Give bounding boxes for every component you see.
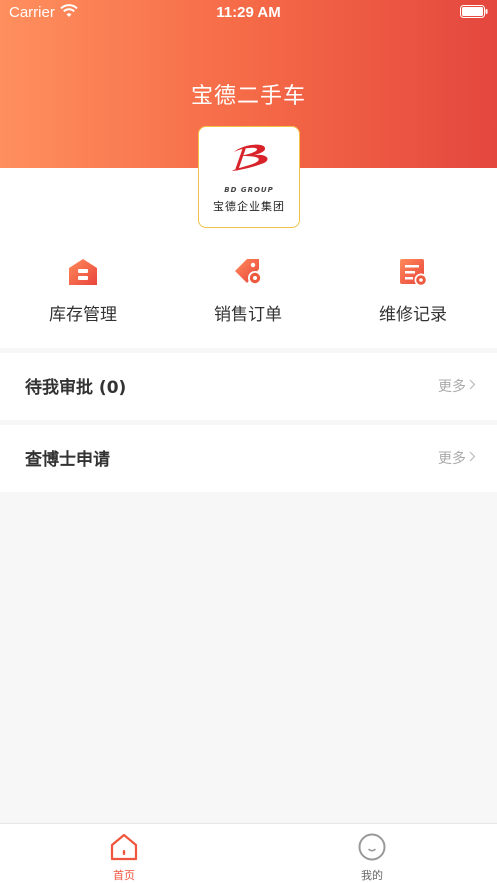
- tab-home-label: 首页: [113, 869, 135, 882]
- smile-icon: [358, 833, 386, 861]
- home-icon: [110, 833, 138, 861]
- status-bar: Carrier 11:29 AM: [0, 0, 497, 26]
- tab-mine[interactable]: 我的: [312, 824, 432, 883]
- menu-repair-records-label: 维修记录: [379, 305, 447, 325]
- menu-inventory[interactable]: 库存管理: [13, 256, 153, 326]
- battery-icon: [460, 5, 488, 18]
- status-time: 11:29 AM: [216, 4, 281, 21]
- tab-bar: 首页 我的: [0, 823, 497, 883]
- pending-approval-title: 待我审批 (0): [25, 378, 127, 398]
- menu-repair-records[interactable]: 维修记录: [343, 256, 483, 326]
- logo-english-text: BD GROUP: [224, 186, 274, 194]
- company-logo: BD GROUP 宝德企业集团: [198, 126, 300, 228]
- menu-sales-orders-label: 销售订单: [214, 305, 282, 325]
- tab-mine-label: 我的: [361, 869, 383, 882]
- logo-chinese-text: 宝德企业集团: [213, 200, 285, 213]
- chevron-right-icon: [469, 379, 476, 390]
- menu-inventory-label: 库存管理: [49, 305, 117, 325]
- repair-record-icon: [400, 259, 428, 287]
- inspection-request-title: 查博士申请: [25, 450, 110, 470]
- warehouse-icon: [69, 259, 97, 285]
- bd-logo-mark: [232, 144, 268, 171]
- pending-approval-row[interactable]: 待我审批 (0) 更多: [0, 353, 497, 420]
- tab-home[interactable]: 首页: [64, 824, 184, 883]
- inspection-request-more-link[interactable]: 更多: [438, 448, 466, 468]
- page-title: 宝德二手车: [190, 84, 306, 109]
- menu-sales-orders[interactable]: 销售订单: [178, 256, 318, 326]
- chevron-right-icon: [469, 451, 476, 462]
- inspection-request-row[interactable]: 查博士申请 更多: [0, 425, 497, 492]
- pending-approval-more-link[interactable]: 更多: [438, 376, 466, 396]
- tag-gear-icon: [235, 259, 262, 285]
